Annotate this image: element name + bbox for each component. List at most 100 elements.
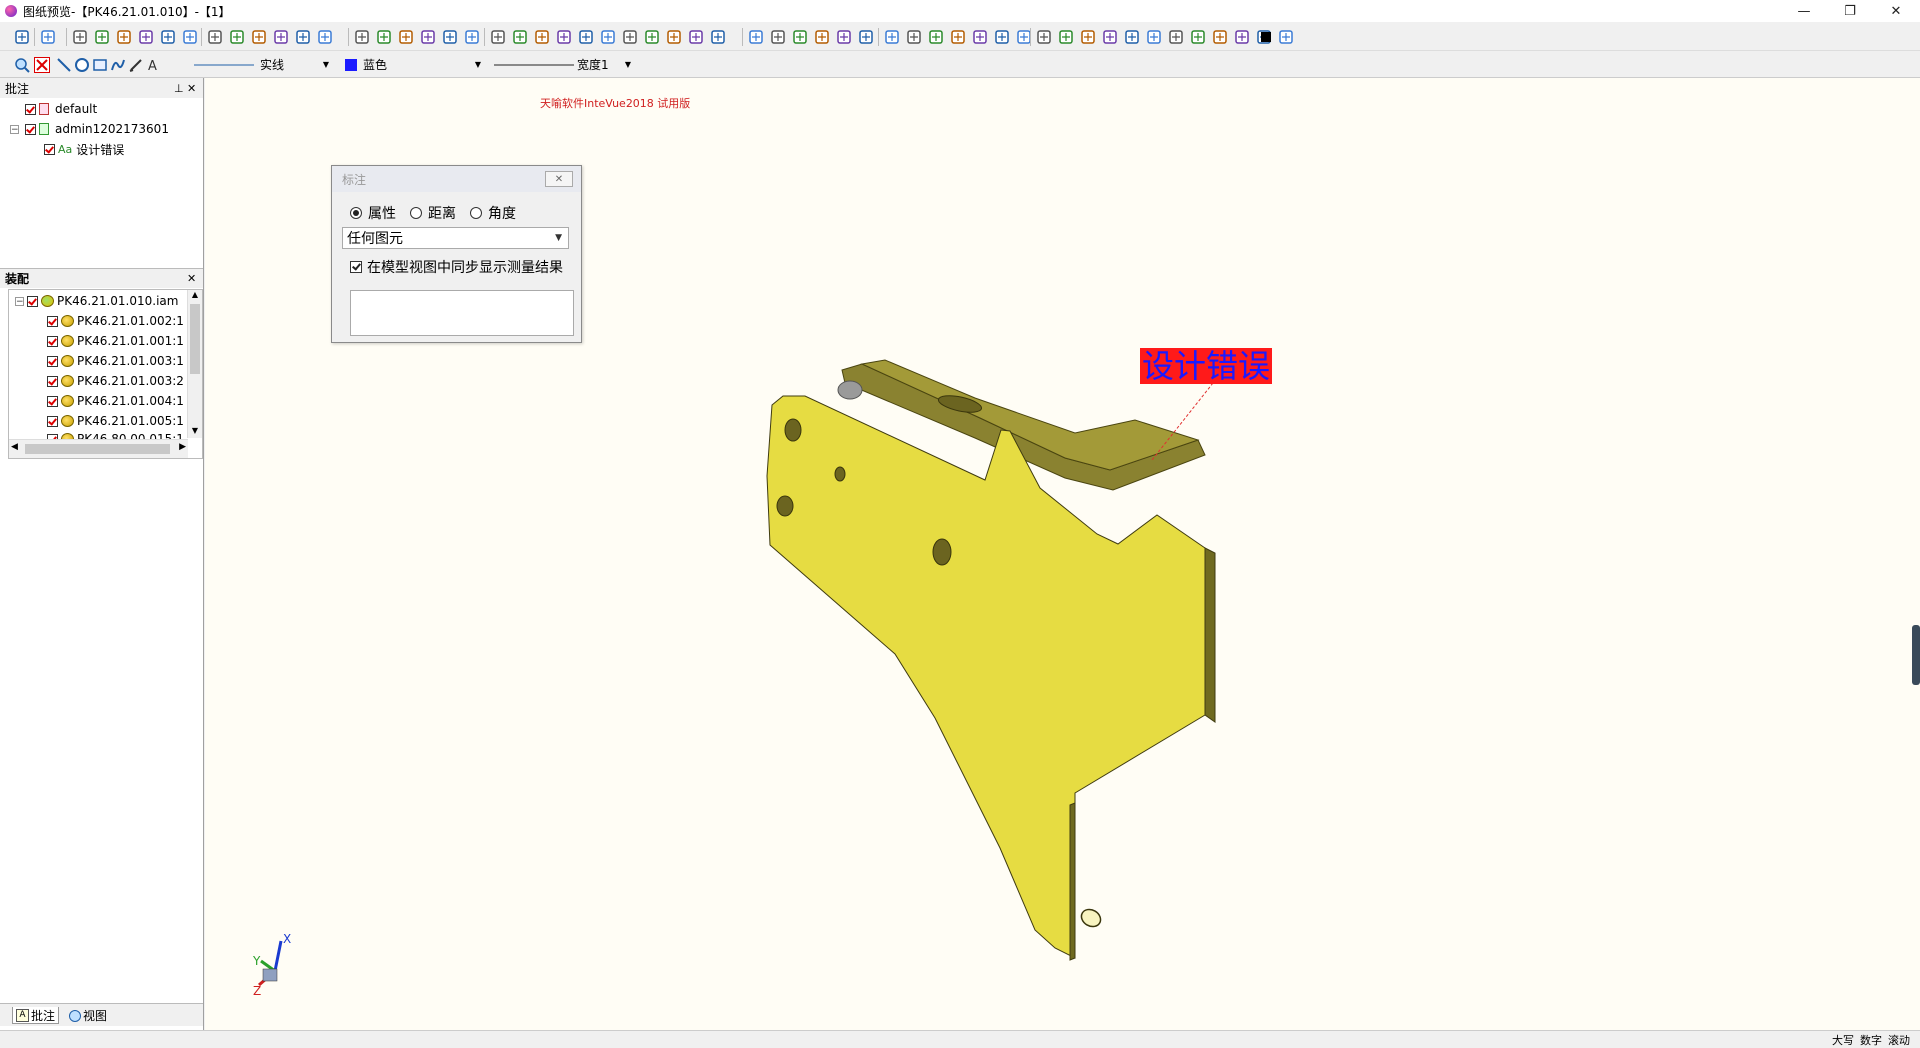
- circle-tool-icon[interactable]: [74, 57, 90, 73]
- toolbar-tool-icon[interactable]: [950, 29, 966, 45]
- dialog-close-button[interactable]: ✕: [545, 171, 573, 187]
- horizontal-scrollbar[interactable]: ◀ ▶: [9, 439, 188, 458]
- toolbar-tool-icon[interactable]: [906, 29, 922, 45]
- toolbar-tool-icon[interactable]: [710, 29, 726, 45]
- markup-select-icon[interactable]: [14, 57, 30, 73]
- toolbar-tool-icon[interactable]: [1036, 29, 1052, 45]
- toolbar-tool-icon[interactable]: [836, 29, 852, 45]
- checkbox-icon[interactable]: [47, 395, 58, 407]
- toolbar-tool-icon[interactable]: [666, 29, 682, 45]
- toolbar-tool-icon[interactable]: [229, 29, 245, 45]
- tab-view[interactable]: 视图: [66, 1007, 110, 1024]
- toolbar-tool-icon[interactable]: [688, 29, 704, 45]
- toolbar-tool-icon[interactable]: [858, 29, 874, 45]
- markup-text-label[interactable]: 设计错误: [1140, 348, 1273, 384]
- toolbar-tool-icon[interactable]: [1234, 29, 1250, 45]
- toolbar-tool-icon[interactable]: [792, 29, 808, 45]
- checkbox-icon[interactable]: [47, 355, 58, 367]
- radio-distance[interactable]: [410, 207, 422, 219]
- tree-item-default[interactable]: default: [14, 101, 97, 117]
- rectangle-tool-icon[interactable]: [92, 57, 108, 73]
- tree-item-part[interactable]: PK46.21.01.003:1: [47, 353, 184, 369]
- toolbar-tool-icon[interactable]: [40, 29, 56, 45]
- collapse-icon[interactable]: −: [10, 124, 19, 134]
- toolbar-tool-icon[interactable]: [1124, 29, 1140, 45]
- sync-checkbox[interactable]: [350, 261, 362, 273]
- tree-item-part[interactable]: PK46.21.01.005:1: [47, 413, 184, 429]
- toolbar-tool-icon[interactable]: [748, 29, 764, 45]
- toolbar-tool-icon[interactable]: [994, 29, 1010, 45]
- toolbar-tool-icon[interactable]: [600, 29, 616, 45]
- checkbox-icon[interactable]: [47, 315, 58, 327]
- toolbar-tool-icon[interactable]: [207, 29, 223, 45]
- toolbar-tool-icon[interactable]: [420, 29, 436, 45]
- scrollbar-thumb[interactable]: [190, 304, 200, 374]
- toolbar-tool-icon[interactable]: [398, 29, 414, 45]
- stop-icon[interactable]: [1258, 29, 1274, 45]
- toolbar-tool-icon[interactable]: [1212, 29, 1228, 45]
- model-viewport[interactable]: 天喻软件InteVue2018 试用版 设计错误 X Y Z 标注 ✕ 属性 距…: [205, 78, 1920, 1030]
- toolbar-tool-icon[interactable]: [490, 29, 506, 45]
- toolbar-tool-icon[interactable]: [251, 29, 267, 45]
- toolbar-tool-icon[interactable]: [14, 29, 30, 45]
- toolbar-tool-icon[interactable]: [295, 29, 311, 45]
- radio-angle[interactable]: [470, 207, 482, 219]
- toolbar-tool-icon[interactable]: [928, 29, 944, 45]
- freehand-tool-icon[interactable]: [128, 57, 144, 73]
- toolbar-tool-icon[interactable]: [1146, 29, 1162, 45]
- checkbox-icon[interactable]: [47, 375, 58, 387]
- checkbox-icon[interactable]: [47, 335, 58, 347]
- tab-annotations[interactable]: A 批注: [12, 1007, 60, 1024]
- toolbar-tool-icon[interactable]: [534, 29, 550, 45]
- checkbox-icon[interactable]: [27, 295, 38, 307]
- close-icon[interactable]: ✕: [187, 82, 196, 95]
- scrollbar-thumb[interactable]: [25, 444, 170, 454]
- toolbar-tool-icon[interactable]: [1102, 29, 1118, 45]
- vertical-scrollbar[interactable]: ▲ ▼: [187, 290, 202, 438]
- result-textarea[interactable]: [350, 290, 574, 336]
- tree-item-admin[interactable]: − admin1202173601: [10, 121, 169, 137]
- minimize-button[interactable]: —: [1781, 0, 1827, 22]
- tree-item-design-error[interactable]: Aa 设计错误: [44, 141, 124, 157]
- toolbar-tool-icon[interactable]: [770, 29, 786, 45]
- element-type-select[interactable]: 任何图元 ▼: [342, 227, 569, 249]
- side-handle[interactable]: [1912, 625, 1920, 685]
- tree-item-part[interactable]: PK46.21.01.001:1: [47, 333, 184, 349]
- pin-icon[interactable]: ⊥: [174, 82, 184, 95]
- close-icon[interactable]: ✕: [187, 272, 196, 285]
- radio-attribute[interactable]: [350, 207, 362, 219]
- scroll-left-icon[interactable]: ◀: [11, 442, 18, 452]
- tree-item-part[interactable]: PK46.21.01.004:1: [47, 393, 184, 409]
- toolbar-tool-icon[interactable]: [354, 29, 370, 45]
- scroll-right-icon[interactable]: ▶: [179, 442, 186, 452]
- toolbar-tool-icon[interactable]: [464, 29, 480, 45]
- toolbar-tool-icon[interactable]: [182, 29, 198, 45]
- delete-markup-icon[interactable]: [34, 57, 50, 73]
- toolbar-tool-icon[interactable]: [160, 29, 176, 45]
- line-tool-icon[interactable]: [56, 57, 72, 73]
- color-combo[interactable]: 蓝色 ▼: [343, 55, 485, 74]
- toolbar-tool-icon[interactable]: [972, 29, 988, 45]
- toolbar-tool-icon[interactable]: [116, 29, 132, 45]
- toolbar-tool-icon[interactable]: [376, 29, 392, 45]
- line-style-combo[interactable]: 实线 ▼: [190, 55, 333, 74]
- collapse-icon[interactable]: −: [15, 296, 24, 306]
- line-width-combo[interactable]: 宽度1 ▼: [490, 55, 635, 74]
- toolbar-tool-icon[interactable]: [1278, 29, 1294, 45]
- toolbar-tool-icon[interactable]: [1168, 29, 1184, 45]
- toolbar-tool-icon[interactable]: [644, 29, 660, 45]
- checkbox-icon[interactable]: [47, 415, 58, 427]
- toolbar-tool-icon[interactable]: [512, 29, 528, 45]
- toolbar-tool-icon[interactable]: [317, 29, 333, 45]
- checkbox-icon[interactable]: [25, 103, 36, 115]
- toolbar-tool-icon[interactable]: [94, 29, 110, 45]
- close-button[interactable]: ✕: [1873, 0, 1919, 22]
- toolbar-tool-icon[interactable]: [72, 29, 88, 45]
- tree-item-part[interactable]: PK46.21.01.002:1: [47, 313, 184, 329]
- toolbar-tool-icon[interactable]: [1190, 29, 1206, 45]
- restore-button[interactable]: ❐: [1827, 0, 1873, 22]
- text-tool-icon[interactable]: A: [146, 57, 162, 74]
- tree-item-assembly-root[interactable]: − PK46.21.01.010.iam: [15, 293, 178, 309]
- toolbar-tool-icon[interactable]: [442, 29, 458, 45]
- toolbar-tool-icon[interactable]: [578, 29, 594, 45]
